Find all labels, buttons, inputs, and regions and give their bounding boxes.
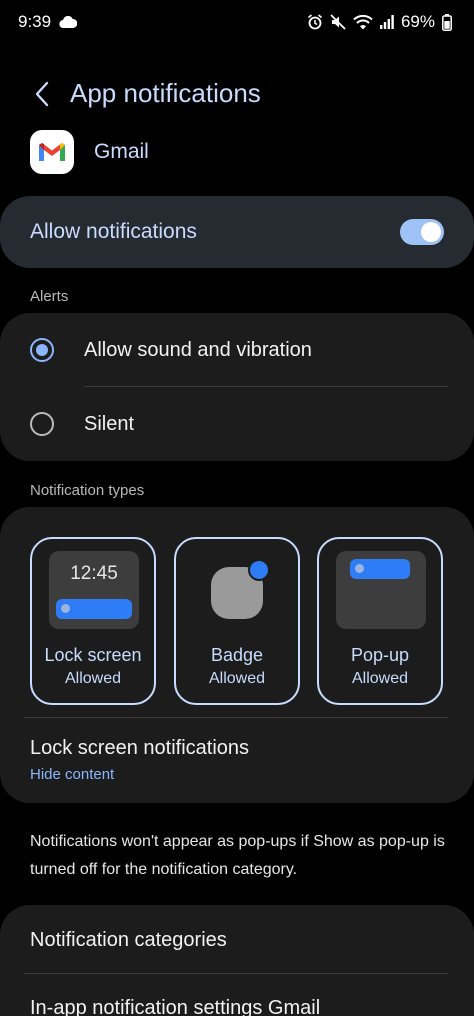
allow-notifications-toggle[interactable]	[400, 219, 444, 245]
badge-dot-icon	[248, 559, 270, 581]
radio-unselected-icon[interactable]	[30, 412, 54, 436]
radio-selected-icon[interactable]	[30, 338, 54, 362]
notification-types-section-label: Notification types	[30, 482, 145, 499]
alert-option-label: Silent	[84, 412, 135, 435]
tile-badge[interactable]: Badge Allowed	[174, 537, 300, 705]
alert-option-sound-vibration[interactable]: Allow sound and vibration	[0, 313, 474, 387]
battery-icon	[442, 13, 452, 31]
app-row: Gmail	[30, 130, 149, 174]
tile-lock-screen[interactable]: 12:45 Lock screen Allowed	[30, 537, 156, 705]
alerts-section-label: Alerts	[30, 288, 69, 305]
wifi-icon	[353, 14, 373, 30]
mute-icon	[330, 14, 346, 30]
gmail-logo-icon	[30, 130, 74, 174]
alert-option-label: Allow sound and vibration	[84, 338, 312, 361]
header: App notifications	[0, 70, 474, 118]
notification-types-card: 12:45 Lock screen Allowed Badge Allowed …	[0, 507, 474, 803]
tile-status: Allowed	[64, 670, 122, 687]
signal-icon	[379, 15, 394, 29]
notification-dot	[61, 604, 70, 613]
app-name: Gmail	[94, 140, 149, 163]
pop-up-note: Notifications won't appear as pop-ups if…	[30, 833, 445, 878]
in-app-notification-settings-item[interactable]: In-app notification settings Gmail	[30, 997, 320, 1016]
chevron-left-icon	[35, 81, 49, 107]
cloud-icon	[59, 16, 78, 28]
tile-status: Allowed	[208, 670, 266, 687]
tile-pop-up[interactable]: Pop-up Allowed	[317, 537, 443, 705]
lock-screen-notifications-value: Hide content	[30, 766, 115, 783]
page-title: App notifications	[70, 78, 261, 108]
alerts-card: Allow sound and vibration Silent	[0, 313, 474, 461]
divider	[24, 973, 448, 974]
allow-notifications-row[interactable]: Allow notifications	[0, 196, 474, 268]
tile-status: Allowed	[351, 670, 409, 687]
pop-up-bar	[350, 559, 410, 579]
notification-categories-item[interactable]: Notification categories	[30, 929, 227, 952]
toggle-knob	[421, 222, 441, 242]
tile-title: Badge	[210, 645, 264, 665]
lock-screen-preview: 12:45	[49, 551, 139, 629]
notification-bar	[56, 599, 132, 619]
tile-title: Lock screen	[44, 645, 142, 665]
lock-screen-notifications-title: Lock screen notifications	[30, 737, 250, 759]
status-time: 9:39	[18, 12, 52, 31]
tile-title: Pop-up	[350, 645, 410, 665]
status-bar: 9:39 69%	[0, 0, 474, 44]
alarm-icon	[307, 14, 323, 30]
notification-dot	[355, 564, 364, 573]
pop-up-preview	[336, 551, 426, 629]
settings-list-card: Notification categories In-app notificat…	[0, 905, 474, 1016]
back-button[interactable]	[24, 76, 60, 112]
divider	[24, 717, 448, 718]
allow-notifications-label: Allow notifications	[30, 220, 197, 243]
lock-screen-preview-time: 12:45	[70, 563, 118, 584]
alert-option-silent[interactable]: Silent	[0, 387, 474, 461]
battery-level: 69%	[400, 12, 435, 31]
